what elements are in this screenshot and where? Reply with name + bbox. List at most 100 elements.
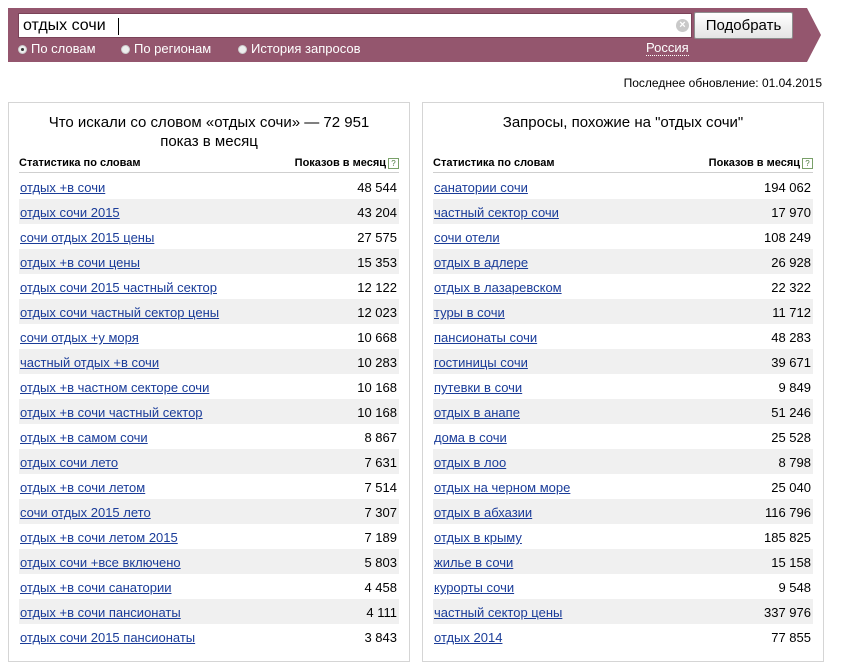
table-row: частный отдых +в сочи 10 283 [19, 349, 399, 374]
query-link[interactable]: частный сектор цены [434, 605, 562, 620]
column-count-label: Показов в месяц [708, 157, 800, 169]
mode-by-regions[interactable]: По регионам [121, 41, 211, 56]
query-link[interactable]: сочи отели [434, 230, 500, 245]
table-row: отдых сочи лето 7 631 [19, 449, 399, 474]
query-link[interactable]: курорты сочи [434, 580, 514, 595]
help-icon[interactable]: ? [802, 158, 813, 169]
mode-by-words[interactable]: По словам [18, 41, 96, 56]
table-row: отдых +в сочи цены 15 353 [19, 249, 399, 274]
query-link[interactable]: отдых сочи 2015 [20, 205, 120, 220]
impressions-count: 4 458 [364, 580, 397, 595]
impressions-count: 194 062 [764, 180, 811, 195]
query-link[interactable]: отдых в крыму [434, 530, 522, 545]
query-link[interactable]: отдых +в сочи [20, 180, 105, 195]
table-header: Статистика по словам Показов в месяц? [433, 156, 813, 173]
panel-title: Запросы, похожие на "отдых сочи" [502, 114, 744, 131]
query-link[interactable]: путевки в сочи [434, 380, 522, 395]
query-link[interactable]: дома в сочи [434, 430, 507, 445]
table-row: гостиницы сочи 39 671 [433, 349, 813, 374]
query-link[interactable]: отдых +в сочи санатории [20, 580, 172, 595]
query-link[interactable]: отдых сочи 2015 пансионаты [20, 630, 195, 645]
query-link[interactable]: туры в сочи [434, 305, 505, 320]
impressions-count: 39 671 [771, 355, 811, 370]
query-link[interactable]: отдых на черном море [434, 480, 570, 495]
table-row: частный сектор сочи 17 970 [433, 199, 813, 224]
impressions-count: 15 353 [357, 255, 397, 270]
query-link[interactable]: отдых сочи частный сектор цены [20, 305, 219, 320]
query-link[interactable]: частный сектор сочи [434, 205, 559, 220]
region-selector[interactable]: Россия [646, 41, 689, 56]
query-link[interactable]: отдых +в самом сочи [20, 430, 148, 445]
impressions-count: 11 712 [772, 305, 811, 320]
impressions-count: 10 283 [357, 355, 397, 370]
search-bar-arrow [807, 8, 821, 62]
impressions-count: 12 023 [357, 305, 397, 320]
impressions-count: 10 168 [357, 405, 397, 420]
query-link[interactable]: отдых в адлере [434, 255, 528, 270]
impressions-count: 48 544 [357, 180, 397, 195]
table-row: отдых сочи 2015 43 204 [19, 199, 399, 224]
text-cursor [118, 18, 119, 35]
query-link[interactable]: отдых +в частном секторе сочи [20, 380, 209, 395]
similar-queries-panel: Запросы, похожие на "отдых сочи" Статист… [422, 102, 824, 662]
impressions-count: 3 843 [364, 630, 397, 645]
radio-icon[interactable] [121, 45, 130, 54]
query-link[interactable]: отдых сочи 2015 частный сектор [20, 280, 217, 295]
query-link[interactable]: сочи отдых 2015 цены [20, 230, 154, 245]
impressions-count: 10 668 [357, 330, 397, 345]
words-panel: Что искали со словом «отдых сочи» — 72 9… [8, 102, 410, 662]
query-link[interactable]: отдых +в сочи цены [20, 255, 140, 270]
impressions-count: 185 825 [764, 530, 811, 545]
query-link[interactable]: сочи отдых +у моря [20, 330, 139, 345]
clear-icon[interactable]: × [676, 19, 689, 32]
table-row: курорты сочи 9 548 [433, 574, 813, 599]
help-icon[interactable]: ? [388, 158, 399, 169]
mode-history[interactable]: История запросов [238, 41, 361, 56]
query-link[interactable]: санатории сочи [434, 180, 528, 195]
impressions-count: 27 575 [357, 230, 397, 245]
table-header: Статистика по словам Показов в месяц? [19, 156, 399, 173]
query-link[interactable]: жилье в сочи [434, 555, 513, 570]
query-link[interactable]: отдых в анапе [434, 405, 520, 420]
query-link[interactable]: частный отдых +в сочи [20, 355, 159, 370]
table-row: дома в сочи 25 528 [433, 424, 813, 449]
column-count-header: Показов в месяц? [295, 157, 399, 169]
query-link[interactable]: отдых в лоо [434, 455, 506, 470]
impressions-count: 7 307 [364, 505, 397, 520]
query-link[interactable]: отдых +в сочи летом 2015 [20, 530, 178, 545]
query-link[interactable]: отдых в абхазии [434, 505, 532, 520]
query-link[interactable]: отдых 2014 [434, 630, 502, 645]
query-link[interactable]: гостиницы сочи [434, 355, 528, 370]
impressions-count: 108 249 [764, 230, 811, 245]
query-link[interactable]: отдых +в сочи частный сектор [20, 405, 203, 420]
submit-button[interactable]: Подобрать [694, 12, 793, 39]
query-link[interactable]: отдых +в сочи пансионаты [20, 605, 181, 620]
last-updated: Последнее обновление: 01.04.2015 [623, 76, 822, 90]
query-link[interactable]: отдых в лазаревском [434, 280, 562, 295]
words-table: отдых +в сочи 48 544 отдых сочи 2015 43 204… [19, 174, 399, 649]
impressions-count: 25 528 [771, 430, 811, 445]
radio-selected-icon[interactable] [18, 45, 27, 54]
radio-icon[interactable] [238, 45, 247, 54]
query-link[interactable]: сочи отдых 2015 лето [20, 505, 151, 520]
impressions-count: 337 976 [764, 605, 811, 620]
table-row: отдых +в сочи пансионаты 4 111 [19, 599, 399, 624]
table-row: отдых +в сочи частный сектор 10 168 [19, 399, 399, 424]
impressions-count: 48 283 [771, 330, 811, 345]
impressions-count: 7 514 [364, 480, 397, 495]
table-row: отдых +в самом сочи 8 867 [19, 424, 399, 449]
impressions-count: 12 122 [357, 280, 397, 295]
table-row: отдых +в частном секторе сочи 10 168 [19, 374, 399, 399]
query-link[interactable]: пансионаты сочи [434, 330, 537, 345]
column-count-label: Показов в месяц [294, 157, 386, 169]
mode-label: История запросов [251, 41, 361, 56]
impressions-count: 15 158 [771, 555, 811, 570]
impressions-count: 25 040 [771, 480, 811, 495]
search-box: × [18, 13, 692, 38]
table-row: отдых в абхазии 116 796 [433, 499, 813, 524]
table-row: отдых +в сочи летом 7 514 [19, 474, 399, 499]
query-link[interactable]: отдых сочи +все включено [20, 555, 181, 570]
impressions-count: 17 970 [771, 205, 811, 220]
query-link[interactable]: отдых +в сочи летом [20, 480, 145, 495]
query-link[interactable]: отдых сочи лето [20, 455, 118, 470]
